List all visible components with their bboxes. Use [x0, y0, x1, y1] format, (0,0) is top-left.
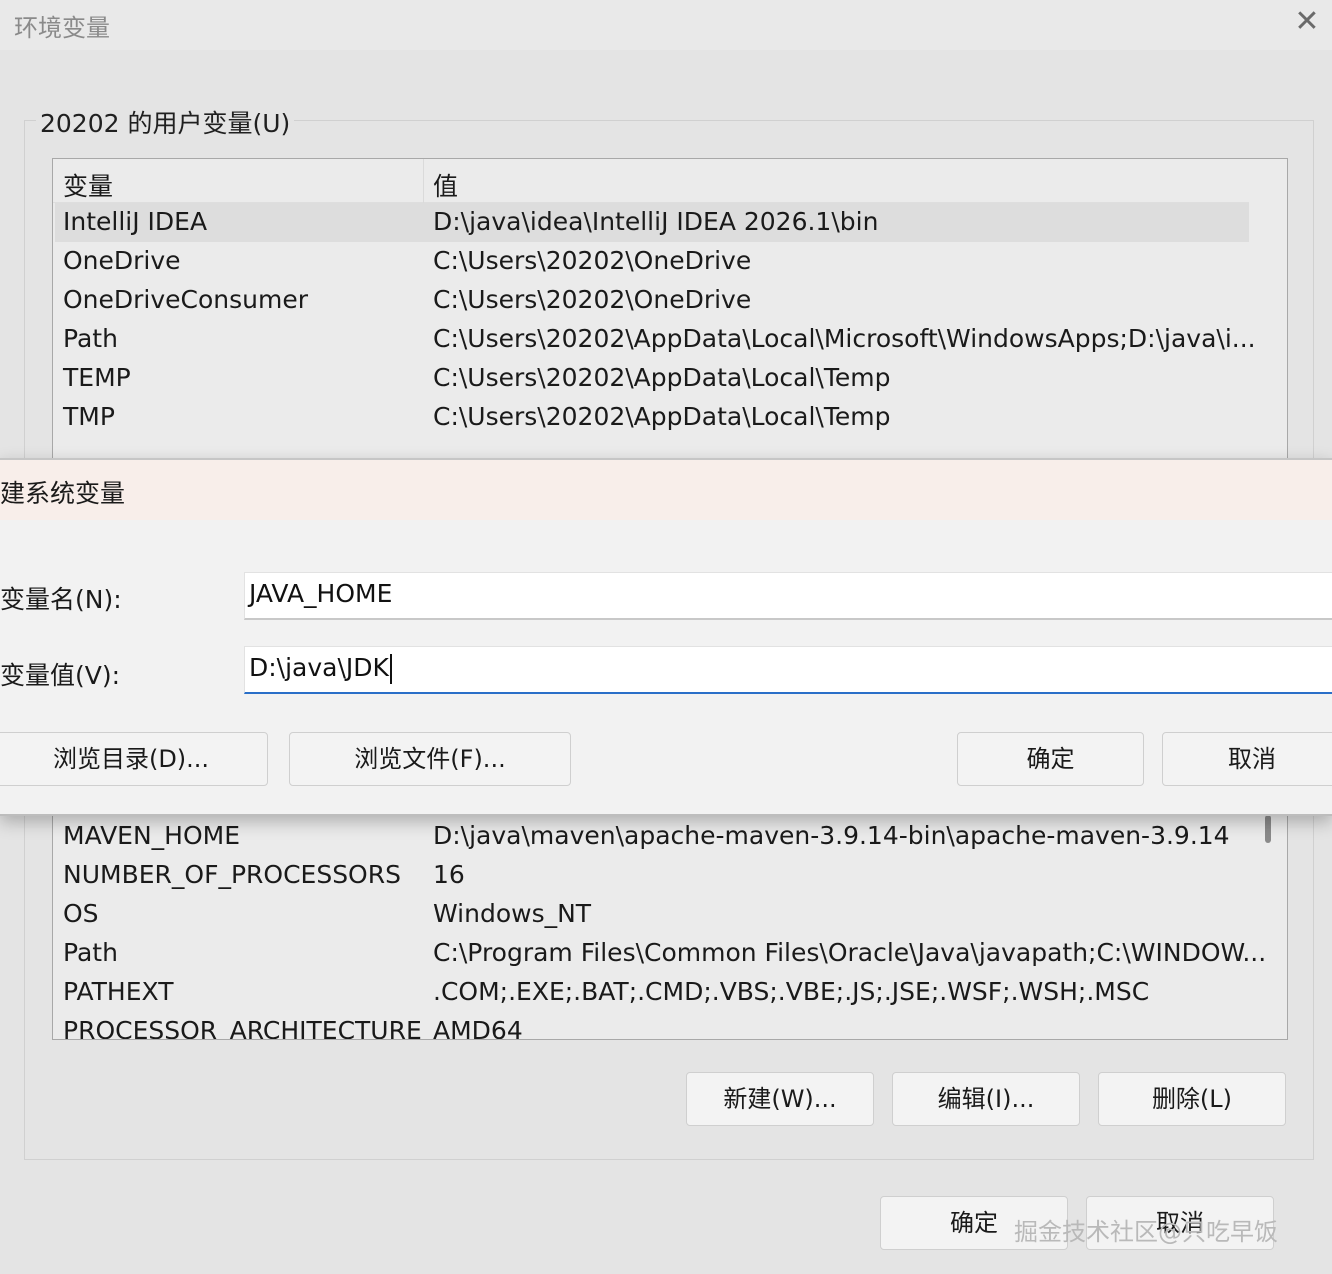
- delete-variable-button[interactable]: 删除(L): [1098, 1072, 1286, 1126]
- table-row[interactable]: OS Windows_NT: [55, 895, 1249, 934]
- column-header-name[interactable]: 变量: [63, 167, 113, 203]
- table-row[interactable]: Path C:\Users\20202\AppData\Local\Micros…: [55, 320, 1256, 359]
- table-row[interactable]: Path C:\Program Files\Common Files\Oracl…: [55, 934, 1266, 973]
- var-name: OneDrive: [63, 246, 181, 275]
- var-value: C:\Users\20202\AppData\Local\Temp: [433, 363, 891, 392]
- var-value: D:\java\idea\IntelliJ IDEA 2026.1\bin: [433, 207, 879, 236]
- variable-value-field[interactable]: D:\java\JDK: [244, 646, 1332, 694]
- var-name: PATHEXT: [63, 977, 174, 1006]
- variable-name-label: 变量名(N):: [0, 585, 122, 614]
- var-value: D:\java\maven\apache-maven-3.9.14-bin\ap…: [433, 821, 1230, 850]
- var-name: PROCESSOR_ARCHITECTURE: [63, 1016, 422, 1040]
- var-name: OS: [63, 899, 99, 928]
- scrollbar-thumb[interactable]: [1265, 815, 1271, 843]
- dialog-title: 建系统变量: [0, 479, 126, 508]
- var-value: 16: [433, 860, 465, 889]
- new-system-variable-dialog: 建系统变量 变量名(N): JAVA_HOME 变量值(V): D:\java\…: [0, 458, 1332, 816]
- table-row[interactable]: PATHEXT .COM;.EXE;.BAT;.CMD;.VBS;.VBE;.J…: [55, 973, 1249, 1012]
- var-name: NUMBER_OF_PROCESSORS: [63, 860, 401, 889]
- watermark: 掘金技术社区@只吃早饭: [1014, 1218, 1278, 1246]
- var-name: Path: [63, 938, 118, 967]
- var-name: OneDriveConsumer: [63, 285, 309, 314]
- table-row[interactable]: TMP C:\Users\20202\AppData\Local\Temp: [55, 398, 1249, 437]
- dialog-cancel-button[interactable]: 取消: [1162, 732, 1332, 786]
- var-value: Windows_NT: [433, 899, 592, 928]
- table-row[interactable]: OneDriveConsumer C:\Users\20202\OneDrive: [55, 281, 1249, 320]
- var-name: Path: [63, 324, 118, 353]
- table-row[interactable]: TEMP C:\Users\20202\AppData\Local\Temp: [55, 359, 1249, 398]
- var-value: AMD64: [433, 1016, 523, 1040]
- system-variables-list[interactable]: MAVEN_HOME D:\java\maven\apache-maven-3.…: [52, 800, 1288, 1040]
- variable-name-field[interactable]: JAVA_HOME: [244, 572, 1332, 620]
- var-value: C:\Users\20202\OneDrive: [433, 246, 752, 275]
- user-variables-list[interactable]: 变量 值 IntelliJ IDEA D:\java\idea\IntelliJ…: [52, 158, 1288, 478]
- var-name: MAVEN_HOME: [63, 821, 241, 850]
- table-row[interactable]: IntelliJ IDEA D:\java\idea\IntelliJ IDEA…: [55, 203, 1249, 242]
- table-row[interactable]: NUMBER_OF_PROCESSORS 16: [55, 856, 1249, 895]
- user-variables-label: 20202 的用户变量(U): [36, 104, 295, 140]
- browse-directory-button[interactable]: 浏览目录(D)...: [0, 732, 268, 786]
- dialog-titlebar: 建系统变量: [0, 460, 1332, 520]
- list-header: 变量 值: [53, 159, 1249, 203]
- column-divider[interactable]: [423, 159, 424, 203]
- new-variable-button[interactable]: 新建(W)...: [686, 1072, 874, 1126]
- var-value: C:\Users\20202\AppData\Local\Microsoft\W…: [433, 324, 1256, 353]
- close-icon[interactable]: ✕: [1290, 4, 1324, 40]
- var-name: IntelliJ IDEA: [63, 207, 208, 236]
- var-value: .COM;.EXE;.BAT;.CMD;.VBS;.VBE;.JS;.JSE;.…: [433, 977, 1150, 1006]
- table-row[interactable]: MAVEN_HOME D:\java\maven\apache-maven-3.…: [55, 817, 1249, 856]
- variable-name-text: JAVA_HOME: [249, 579, 393, 608]
- window-titlebar: 环境变量 ✕: [0, 0, 1332, 50]
- column-header-value[interactable]: 值: [433, 167, 458, 203]
- var-name: TMP: [63, 402, 115, 431]
- text-caret: [389, 654, 392, 684]
- var-name: TEMP: [63, 363, 131, 392]
- window-title: 环境变量: [14, 14, 110, 42]
- browse-file-button[interactable]: 浏览文件(F)...: [289, 732, 571, 786]
- variable-value-text: D:\java\JDK: [249, 653, 389, 682]
- var-value: C:\Users\20202\AppData\Local\Temp: [433, 402, 891, 431]
- var-value: C:\Program Files\Common Files\Oracle\Jav…: [433, 938, 1267, 967]
- dialog-ok-button[interactable]: 确定: [957, 732, 1144, 786]
- var-value: C:\Users\20202\OneDrive: [433, 285, 752, 314]
- edit-variable-button[interactable]: 编辑(I)...: [892, 1072, 1080, 1126]
- table-row[interactable]: PROCESSOR_ARCHITECTURE AMD64: [55, 1012, 1249, 1040]
- variable-value-label: 变量值(V):: [0, 661, 121, 690]
- table-row[interactable]: OneDrive C:\Users\20202\OneDrive: [55, 242, 1249, 281]
